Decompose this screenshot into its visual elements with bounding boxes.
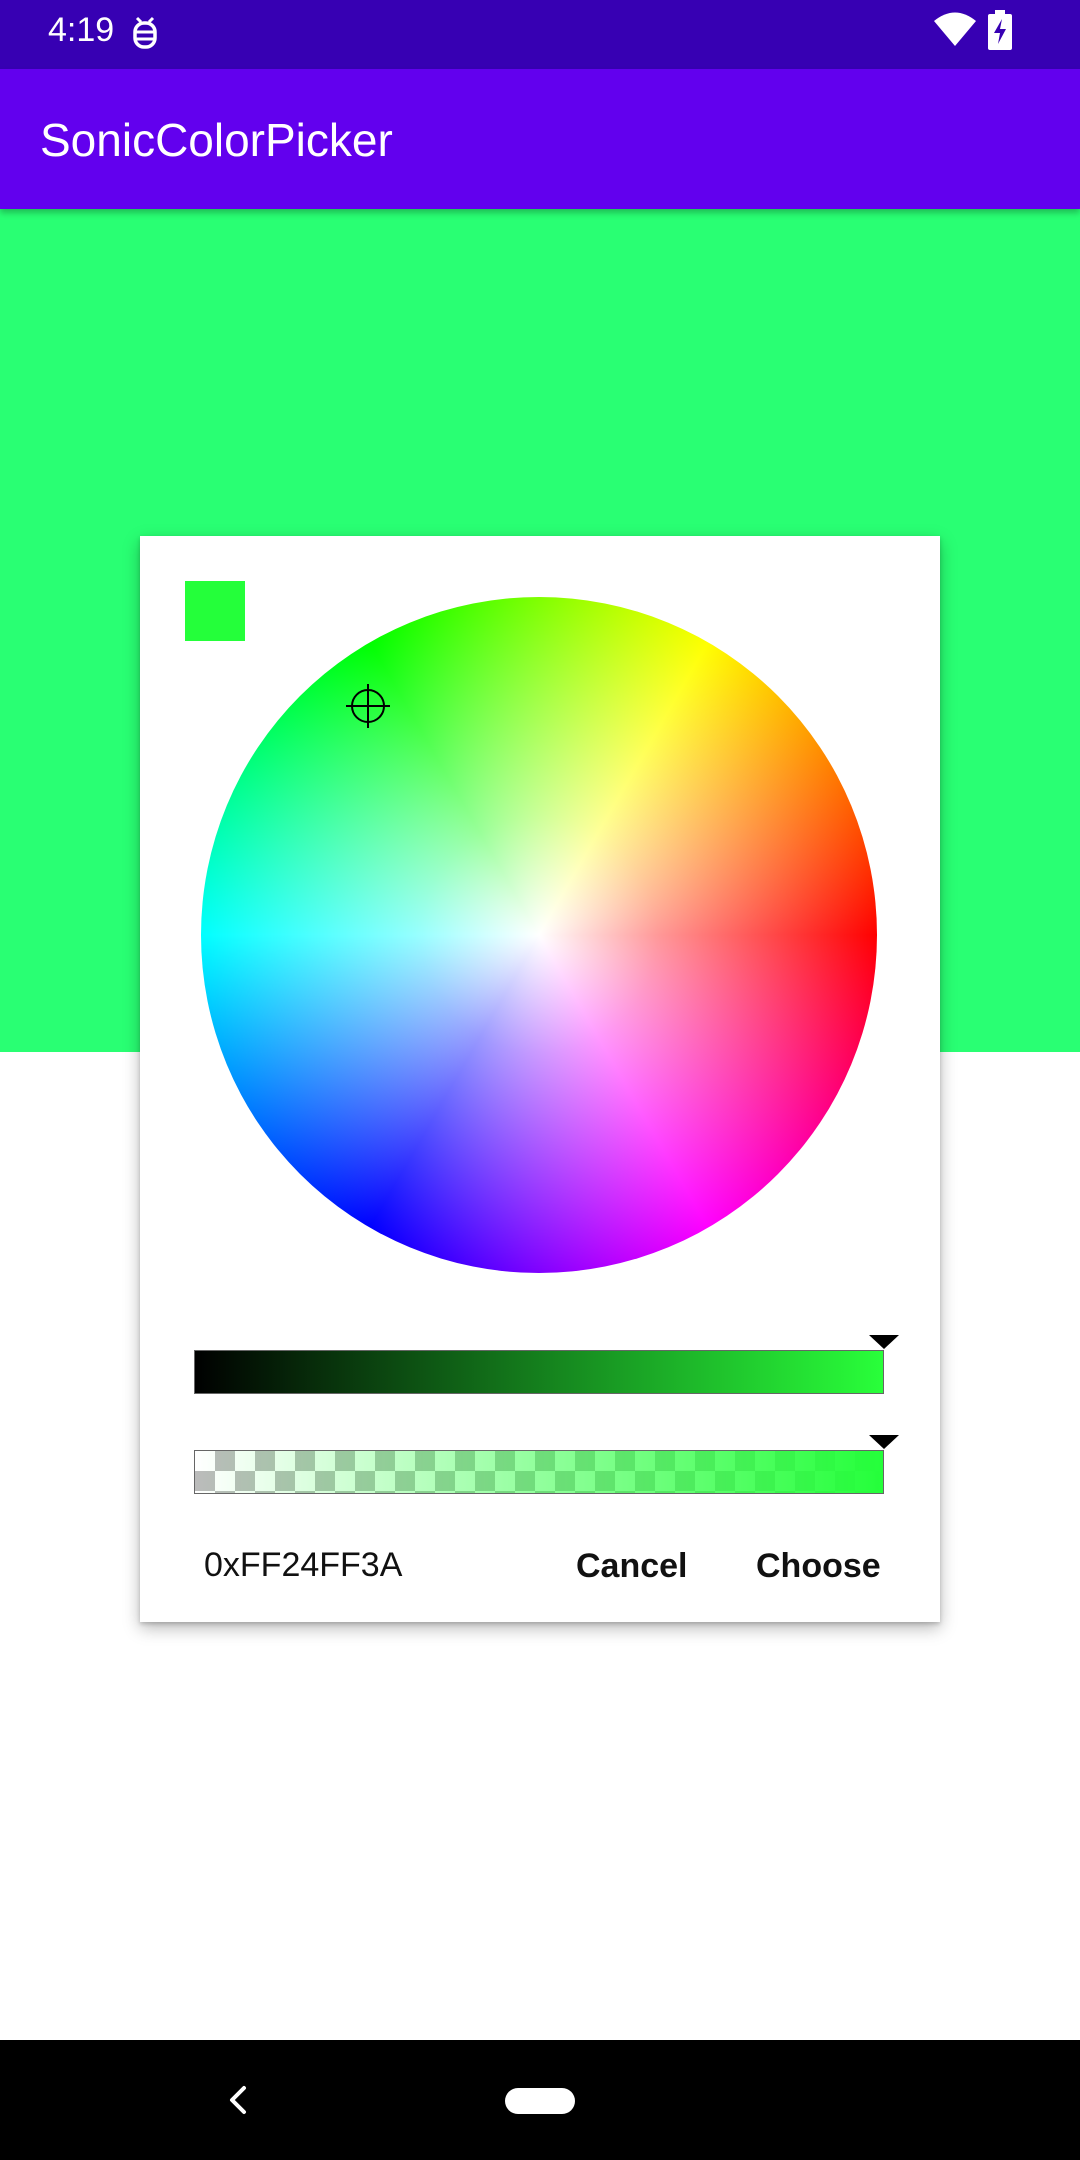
cancel-button[interactable]: Cancel [570, 1536, 694, 1596]
color-wheel-container[interactable] [201, 597, 877, 1273]
color-wheel[interactable] [201, 597, 877, 1273]
crosshair-icon[interactable] [344, 682, 392, 730]
app-title: SonicColorPicker [40, 114, 393, 166]
alpha-slider[interactable] [194, 1450, 884, 1494]
choose-button[interactable]: Choose [750, 1536, 887, 1596]
battery-charging-icon [988, 10, 1012, 50]
wifi-icon [934, 12, 976, 46]
status-bar: 4:19 [0, 0, 1080, 69]
alpha-gradient [195, 1451, 883, 1493]
alpha-slider-handle[interactable] [869, 1435, 899, 1449]
brightness-slider[interactable] [194, 1350, 884, 1394]
home-pill[interactable] [505, 2088, 575, 2114]
status-time: 4:19 [48, 11, 115, 49]
navigation-bar [0, 2040, 1080, 2160]
app-bar: SonicColorPicker [0, 69, 1080, 209]
hex-value-text: 0xFF24FF3A [204, 1546, 403, 1584]
brightness-slider-handle[interactable] [869, 1335, 899, 1349]
color-wheel-saturation [201, 597, 877, 1273]
back-icon[interactable] [222, 2080, 254, 2120]
debug-icon [133, 16, 157, 49]
color-picker-dialog: 0xFF24FF3A Cancel Choose [140, 536, 940, 1622]
